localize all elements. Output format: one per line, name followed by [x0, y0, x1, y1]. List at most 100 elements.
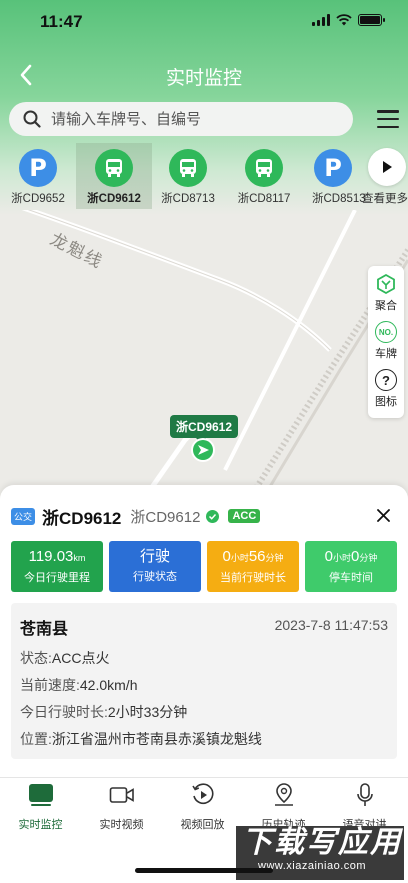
search-input[interactable]	[51, 110, 321, 128]
plate-icon: NO.	[375, 321, 397, 343]
plate-tool[interactable]: NO. 车牌	[368, 318, 404, 366]
question-icon: ?	[375, 369, 397, 391]
panel-header: 公交 浙CD9612 浙CD9612 ACC	[11, 504, 394, 528]
info-value: ACC点火	[51, 650, 110, 666]
tab-voice-intercom[interactable]: 语音对讲	[324, 782, 405, 832]
vehicle-label: 浙CD9652	[11, 193, 65, 205]
watermark-main: 下载写应用	[242, 826, 402, 859]
playback-icon	[190, 782, 216, 808]
info-key: 今日行驶时长:	[20, 704, 108, 720]
parking-hours: 0	[324, 548, 333, 565]
vehicle-item[interactable]: 浙CD8713	[150, 143, 226, 209]
info-row-location: 位置:浙江省温州市苍南县赤溪镇龙魁线	[20, 729, 262, 749]
vehicle-strip: P 浙CD9652 浙CD9612 浙CD8713 浙CD8117 P 浙CD8…	[0, 143, 408, 211]
bus-icon	[95, 149, 133, 187]
vehicle-label: 浙CD8117	[237, 193, 291, 205]
more-vehicles-button[interactable]	[368, 148, 406, 186]
tab-realtime-video[interactable]: 实时视频	[81, 782, 162, 832]
mileage-label: 今日行驶里程	[24, 572, 90, 584]
parking-minutes-unit: 分钟	[359, 553, 378, 563]
close-button[interactable]	[372, 504, 394, 526]
signal-icon	[312, 14, 330, 26]
vehicle-label: 浙CD8513	[312, 193, 366, 205]
tab-history-track[interactable]: 历史轨迹	[243, 782, 324, 832]
driving-state-label: 行驶状态	[133, 571, 177, 583]
plate-sub: 浙CD9612	[130, 508, 201, 526]
acc-badge: ACC	[228, 509, 261, 523]
menu-icon[interactable]	[377, 108, 399, 130]
type-badge: 公交	[11, 507, 36, 525]
search-row	[9, 102, 401, 136]
stat-driving-duration: 0小时56分钟 当前行驶时长	[207, 541, 299, 592]
tab-label: 实时视频	[99, 819, 144, 831]
stat-parking-time: 0小时0分钟 停车时间	[305, 541, 397, 592]
tab-realtime-monitor[interactable]: 实时监控	[0, 782, 81, 832]
cluster-tool[interactable]: 聚合	[368, 270, 404, 318]
track-icon	[271, 782, 297, 808]
duration-label: 当前行驶时长	[220, 572, 286, 584]
vehicle-item[interactable]: P 浙CD8513	[300, 143, 366, 209]
battery-icon	[358, 14, 385, 26]
info-key: 位置:	[20, 731, 52, 747]
vehicle-label: 浙CD8713	[161, 193, 215, 205]
parking-icon: P	[314, 149, 352, 187]
vehicle-item[interactable]: 浙CD8117	[226, 143, 302, 209]
vehicle-detail-panel: 公交 浙CD9612 浙CD9612 ACC 119.03km 今日行驶里程 行…	[0, 485, 408, 777]
location-title: 苍南县	[20, 621, 69, 638]
parking-icon: P	[19, 149, 57, 187]
info-value: 浙江省温州市苍南县赤溪镇龙魁线	[51, 731, 262, 747]
duration-hours-unit: 小时	[230, 553, 249, 563]
icon-tool[interactable]: ? 图标	[368, 366, 404, 414]
driving-state-value: 行驶	[139, 548, 170, 565]
parking-hours-unit: 小时	[332, 553, 351, 563]
stat-mileage: 119.03km 今日行驶里程	[11, 541, 103, 592]
cluster-icon	[375, 273, 397, 295]
more-vehicles-label[interactable]: 查看更多	[362, 190, 408, 206]
info-row-speed: 当前速度:42.0km/h	[20, 675, 137, 695]
update-time: 2023-7-8 11:47:53	[274, 617, 388, 633]
cluster-label: 聚合	[375, 300, 397, 312]
video-icon	[109, 782, 135, 808]
status-time: 11:47	[40, 12, 83, 31]
mileage-value: 119.03	[28, 548, 74, 565]
stats-row: 119.03km 今日行驶里程 行驶 行驶状态 0小时56分钟 当前行驶时长 0…	[11, 541, 397, 592]
car-location-icon[interactable]	[190, 437, 216, 463]
nav-bar: 实时监控	[0, 55, 408, 95]
bus-icon	[169, 149, 207, 187]
status-bar: 11:47	[0, 0, 408, 44]
play-right-icon	[383, 161, 392, 173]
info-key: 当前速度:	[20, 677, 80, 693]
duration-hours: 0	[222, 548, 231, 565]
map-tools: 聚合 NO. 车牌 ? 图标	[368, 266, 404, 418]
vehicle-item[interactable]: P 浙CD9652	[0, 143, 76, 209]
monitor-icon	[28, 782, 54, 808]
search-icon	[23, 110, 41, 128]
car-plate-tag[interactable]: 浙CD9612	[170, 415, 239, 443]
info-key: 状态:	[20, 650, 52, 666]
info-row-duration: 今日行驶时长:2小时33分钟	[20, 702, 187, 722]
tab-label: 实时监控	[18, 819, 63, 831]
mileage-unit: km	[73, 553, 86, 563]
vehicle-label: 浙CD9612	[87, 193, 141, 205]
search-box[interactable]	[9, 102, 353, 136]
home-indicator[interactable]	[135, 868, 273, 873]
close-icon	[376, 508, 390, 522]
duration-minutes-unit: 分钟	[265, 553, 284, 563]
info-value: 2小时33分钟	[107, 704, 188, 720]
parking-label: 停车时间	[329, 572, 373, 584]
bus-icon	[245, 149, 283, 187]
page-title: 实时监控	[165, 68, 242, 89]
tab-video-playback[interactable]: 视频回放	[162, 782, 243, 832]
check-circle-icon	[206, 509, 220, 523]
info-row-status: 状态:ACC点火	[20, 648, 109, 668]
plate-number: 浙CD9612	[42, 508, 122, 528]
vehicle-item-selected[interactable]: 浙CD9612	[76, 143, 152, 209]
status-icons	[312, 14, 385, 26]
tab-label: 视频回放	[180, 819, 225, 831]
plate-label: 车牌	[375, 348, 397, 360]
duration-minutes: 56	[248, 548, 266, 565]
icon-label: 图标	[375, 396, 397, 408]
info-card: 苍南县 2023-7-8 11:47:53 状态:ACC点火 当前速度:42.0…	[11, 603, 397, 759]
microphone-icon	[352, 782, 378, 808]
wifi-icon	[336, 14, 352, 26]
